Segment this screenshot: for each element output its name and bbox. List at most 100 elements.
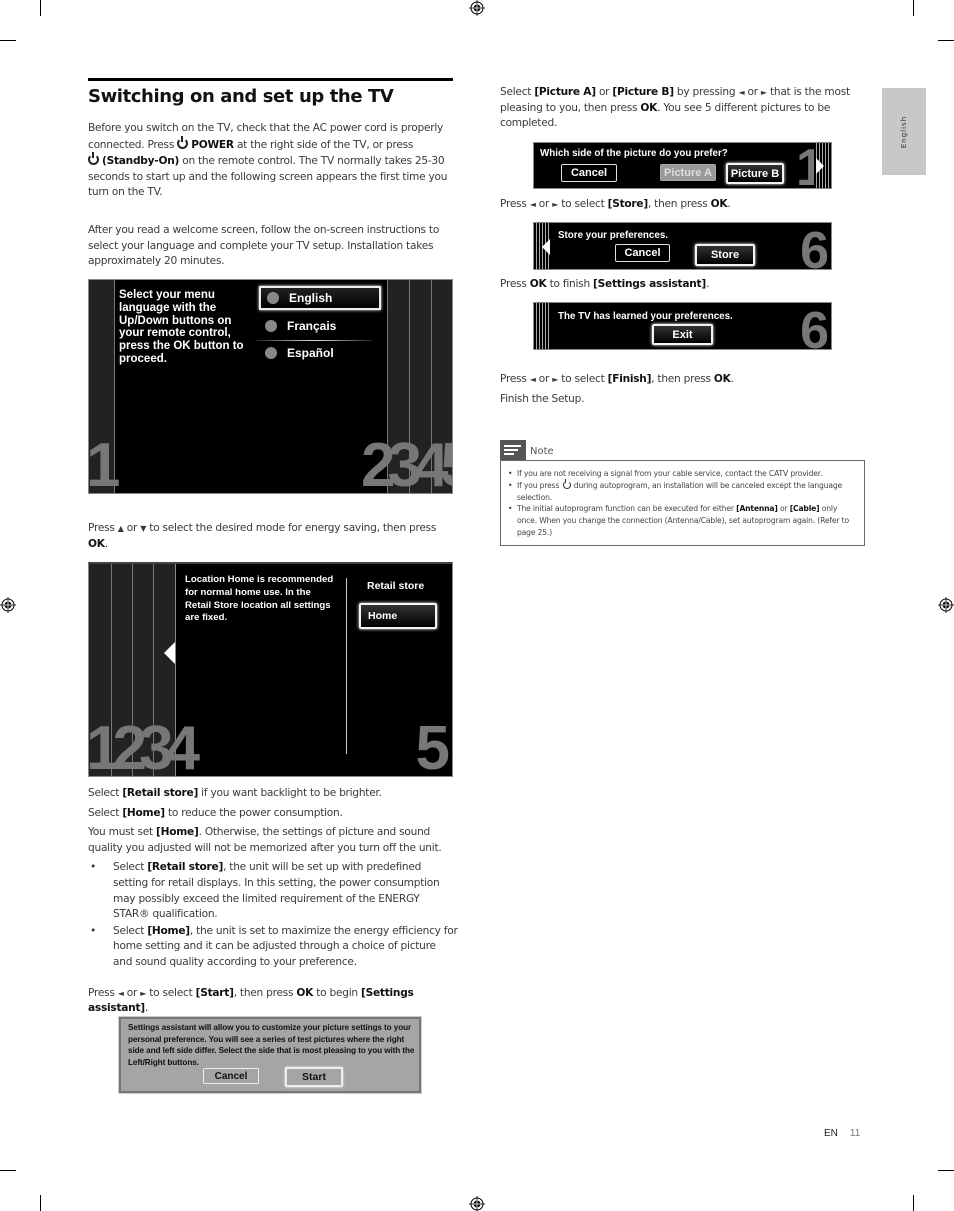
language-side-tab: English [882, 88, 926, 175]
text: . [104, 537, 108, 550]
energy-mode-paragraph: Press ▲ or ▼ to select the desired mode … [88, 521, 453, 552]
finish-paragraph: Press ◄ or ► to select [Finish], then pr… [500, 372, 865, 388]
button-label: Picture A [664, 166, 712, 179]
note-item: If you are not receiving a signal from y… [507, 468, 858, 480]
crop-mark [913, 0, 914, 16]
text: Press [500, 198, 530, 210]
language-instruction: Select your menu language with the Up/Do… [119, 289, 244, 365]
step-stripes [534, 303, 551, 349]
text: or [535, 373, 553, 385]
text: You must set [88, 826, 157, 839]
language-option-espanol[interactable]: Español [259, 341, 381, 365]
option-ref: [Picture B] [612, 86, 674, 98]
text: or [123, 986, 141, 999]
location-explanation: Select [Retail store] if you want backli… [88, 786, 458, 1017]
text: If you are not receiving a signal from y… [517, 469, 823, 478]
ok-label: OK [296, 986, 314, 999]
text: , then press [647, 198, 711, 210]
text: to select [558, 373, 608, 385]
cancel-button[interactable]: Cancel [203, 1068, 259, 1084]
power-icon [562, 478, 571, 489]
start-paragraph: Press ◄ or ► to select [Start], then pre… [88, 986, 458, 1017]
picture-b-button[interactable]: Picture B [726, 163, 784, 184]
intro-paragraph: Before you switch on the TV, check that … [88, 121, 453, 201]
text: or [777, 504, 790, 514]
note-header: Note [500, 440, 554, 460]
text: , then press [651, 373, 714, 385]
power-icon [88, 152, 99, 166]
language-option-francais[interactable]: Français [259, 314, 381, 338]
option-label: Home [368, 610, 398, 622]
text: Select [113, 924, 148, 937]
option-ref: [Retail store] [147, 861, 224, 874]
page-footer: EN 11 [824, 1128, 860, 1139]
text: Press [88, 986, 118, 999]
text: . [144, 1002, 148, 1015]
option-ref: [Picture A] [534, 86, 596, 98]
exit-button[interactable]: Exit [652, 324, 713, 345]
note-label: Note [530, 446, 554, 457]
ok-label: OK [713, 373, 731, 385]
assistant-text: Settings assistant will allow you to cus… [128, 1023, 415, 1067]
button-label: Start [302, 1071, 326, 1083]
start-button[interactable]: Start [285, 1067, 343, 1087]
step-number: 6 [800, 222, 829, 270]
ok-label: OK [529, 278, 547, 290]
text: or [123, 522, 141, 534]
step-number: 5 [415, 714, 450, 777]
next-arrow-icon[interactable] [816, 158, 824, 174]
ok-label: OK [710, 198, 728, 210]
registration-mark-icon [469, 0, 485, 16]
text: if you want backlight to be brighter. [198, 787, 382, 799]
finish-assistant-paragraph: Press OK to finish [Settings assistant]. [500, 277, 865, 293]
option-ref: [Home] [122, 806, 165, 819]
power-label: POWER [191, 138, 234, 151]
text: . [705, 278, 710, 290]
text: , then press [233, 986, 297, 999]
option-ref: [Settings assistant] [593, 278, 706, 290]
option-ref: [Antenna] [736, 504, 778, 514]
cancel-button[interactable]: Cancel [561, 164, 617, 182]
picture-select-paragraph: Select [Picture A] or [Picture B] by pre… [500, 85, 865, 132]
note-box: If you are not receiving a signal from y… [500, 460, 865, 546]
retail-store-paragraph: Select [Retail store] if you want backli… [88, 786, 458, 802]
text: at the right side of the TV, or press [233, 138, 414, 151]
store-button[interactable]: Store [695, 244, 755, 266]
button-label: Exit [672, 328, 693, 341]
location-instruction: Location Home is recommended for normal … [185, 574, 334, 624]
step-number: 6 [800, 302, 829, 350]
crop-mark [0, 1170, 16, 1171]
store-preferences-screen: Store your preferences. Cancel Store 6 [533, 222, 832, 270]
text: or [595, 86, 613, 98]
back-arrow-icon[interactable] [164, 642, 175, 664]
section-rule [88, 78, 453, 81]
language-option-english[interactable]: English [259, 286, 381, 310]
note-list: If you are not receiving a signal from y… [507, 468, 858, 539]
step-number: 1234 [88, 714, 200, 777]
option-label: Français [287, 319, 337, 333]
button-label: Cancel [570, 167, 608, 179]
picture-a-button[interactable]: Picture A [660, 164, 716, 181]
text: If you press [517, 480, 562, 490]
section-title: Switching on and set up the TV [88, 86, 394, 107]
picture-preference-screen: Which side of the picture do you prefer?… [533, 142, 832, 189]
location-option-retail-store[interactable]: Retail store [367, 580, 424, 592]
crop-mark [938, 1170, 954, 1171]
language-select-screen: 1 2345 Select your menu language with th… [88, 279, 453, 494]
crop-mark [913, 1195, 914, 1211]
text: to begin [313, 986, 362, 999]
store-paragraph: Press ◄ or ► to select [Store], then pre… [500, 197, 865, 213]
cancel-button[interactable]: Cancel [615, 244, 670, 262]
page-number: 11 [849, 1128, 861, 1139]
button-label: Picture B [730, 167, 780, 180]
finish-setup-text: Finish the Setup. [500, 393, 585, 405]
text: to select [146, 986, 196, 999]
back-arrow-icon[interactable] [542, 239, 550, 255]
button-label: Cancel [624, 247, 661, 259]
text: by pressing [673, 86, 739, 98]
registration-mark-icon [938, 597, 954, 613]
note-item: The initial autoprogram function can be … [507, 503, 858, 538]
location-select-screen: 1234 5 Location Home is recommended for … [88, 562, 453, 777]
location-option-home[interactable]: Home [359, 603, 437, 629]
must-set-paragraph: You must set [Home]. Otherwise, the sett… [88, 825, 458, 856]
